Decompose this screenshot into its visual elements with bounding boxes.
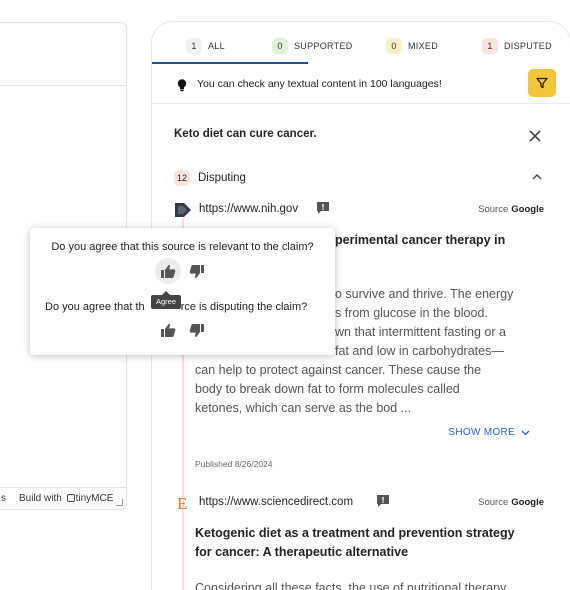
- resize-handle[interactable]: [116, 499, 123, 506]
- disputing-question-part2: rce is disputing the claim?: [180, 301, 308, 313]
- disputing-agree-button[interactable]: [158, 320, 178, 340]
- lightbulb-icon: [177, 79, 187, 92]
- source-url[interactable]: https://www.nih.gov: [199, 203, 298, 215]
- source-attribution: Source Google: [478, 497, 544, 508]
- article-snippet-line: ketones, which can serve as the bod ...: [195, 401, 412, 415]
- disputing-question-part1: Do you agree that th: [45, 301, 145, 313]
- thumb-up-icon: [161, 264, 176, 278]
- elsevier-logo-letter: E: [177, 494, 187, 512]
- show-more-button[interactable]: SHOW MORE: [448, 427, 530, 438]
- article-snippet-line: Considering all these facts, the use of …: [195, 581, 507, 590]
- disputing-count: 12: [174, 170, 190, 186]
- info-text: You can check any textual content in 100…: [197, 78, 442, 90]
- source-attribution: Source Google: [478, 204, 544, 215]
- editor-statusbar: s Build with tinyMCE: [0, 487, 126, 509]
- chevron-down-icon: [521, 430, 530, 435]
- verdict-tabs: 1 ALL 0 SUPPORTED 0 MIXED 1 DISPUTED: [152, 22, 570, 64]
- chevron-up-icon[interactable]: [531, 172, 543, 181]
- article-title[interactable]: perimental cancer therapy in: [335, 231, 505, 250]
- article-snippet-line: s from glucose in the blood.: [335, 306, 488, 320]
- info-banner: You can check any textual content in 100…: [152, 64, 570, 104]
- article-snippet-line: wn that intermittent fasting or a: [335, 325, 506, 339]
- article-snippet-line: o survive and thrive. The energy: [335, 287, 514, 301]
- relevance-question: Do you agree that this source is relevan…: [51, 241, 314, 253]
- tinymce-logo-icon: [66, 494, 75, 502]
- source-header-sciencedirect: E https://www.sciencedirect.com Source Go…: [174, 494, 544, 512]
- claim-text: Keto diet can cure cancer.: [174, 128, 317, 140]
- article-title-line[interactable]: for cancer: A therapeutic alternative: [195, 543, 408, 562]
- thumb-down-icon: [189, 264, 204, 278]
- filter-button[interactable]: [528, 69, 556, 97]
- tab-supported[interactable]: 0 SUPPORTED: [272, 36, 353, 56]
- source-feedback-popup: Do you agree that this source is relevan…: [30, 228, 335, 355]
- editor-toolbar-divider: [0, 85, 126, 86]
- tinymce-brand-label: tinyMCE: [75, 493, 114, 504]
- tab-mixed[interactable]: 0 MIXED: [386, 36, 438, 56]
- article-snippet-line: fat and low in carbohydrates—: [335, 344, 504, 358]
- source-name: Google: [511, 497, 544, 508]
- built-with-label: Build with: [19, 493, 62, 504]
- disputing-disagree-button[interactable]: [187, 320, 207, 340]
- thumb-up-icon: [161, 323, 176, 337]
- source-url[interactable]: https://www.sciencedirect.com: [199, 496, 353, 508]
- tinymce-branding[interactable]: Build with tinyMCE: [19, 493, 113, 504]
- tab-all-label: ALL: [208, 41, 225, 51]
- disputing-label: Disputing: [198, 172, 246, 184]
- close-icon[interactable]: [528, 129, 542, 143]
- show-more-label: SHOW MORE: [448, 427, 515, 438]
- article-snippet-line: can help to protect against cancer. Thes…: [195, 363, 482, 377]
- source-label: Source: [478, 497, 509, 508]
- nih-logo-icon: [175, 203, 191, 217]
- report-flag-icon[interactable]: [376, 494, 390, 508]
- tab-supported-label: SUPPORTED: [294, 41, 353, 51]
- disputing-question: Do you agree that th rce is disputing the…: [45, 301, 307, 313]
- report-flag-icon[interactable]: [316, 201, 330, 215]
- filter-icon: [536, 77, 548, 89]
- thumb-down-icon: [189, 323, 204, 337]
- relevance-agree-button[interactable]: [155, 258, 181, 284]
- word-count: s: [1, 493, 6, 504]
- disputing-group-header[interactable]: 12 Disputing: [174, 169, 246, 187]
- published-date: Published 8/26/2024: [195, 459, 273, 469]
- article-title-line[interactable]: Ketogenic diet as a treatment and preven…: [195, 524, 515, 543]
- tab-mixed-count: 0: [386, 38, 402, 54]
- relevance-disagree-button[interactable]: [187, 261, 207, 281]
- tab-all-count: 1: [186, 38, 202, 54]
- source-label: Source: [478, 204, 509, 215]
- tab-all[interactable]: 1 ALL: [186, 36, 225, 56]
- tab-mixed-label: MIXED: [408, 41, 439, 51]
- source-header-nih: https://www.nih.gov Source Google: [174, 201, 544, 219]
- elsevier-logo-icon: E: [177, 494, 187, 512]
- tab-disputed-label: DISPUTED: [504, 41, 552, 51]
- source-name: Google: [511, 204, 544, 215]
- tab-disputed-count: 1: [482, 38, 498, 54]
- tab-supported-count: 0: [272, 38, 288, 54]
- tab-disputed[interactable]: 1 DISPUTED: [482, 36, 552, 56]
- article-snippet-line: body to break down fat to form molecules…: [195, 382, 460, 396]
